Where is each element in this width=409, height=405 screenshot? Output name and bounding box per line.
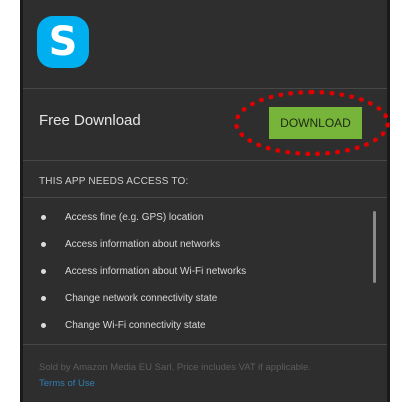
logo-letter: S xyxy=(48,19,78,65)
skype-logo-icon: S xyxy=(37,16,89,68)
list-item: Access information about Wi-Fi networks xyxy=(39,258,359,285)
permission-label: Change network connectivity state xyxy=(65,293,218,304)
list-item: Access information about networks xyxy=(39,231,359,258)
bullet-icon xyxy=(41,269,46,274)
price-label: Free Download xyxy=(39,112,141,129)
list-item: Access fine (e.g. GPS) location xyxy=(39,204,359,231)
list-item: Change network connectivity state xyxy=(39,285,359,312)
bullet-icon xyxy=(41,323,46,328)
app-download-panel: S Free Download DOWNLOAD THIS APP NEEDS … xyxy=(20,0,390,402)
divider xyxy=(23,197,387,198)
bullet-icon xyxy=(41,215,46,220)
permission-label: Access information about Wi-Fi networks xyxy=(65,266,247,277)
list-item: Change Wi-Fi connectivity state xyxy=(39,312,359,339)
permissions-list[interactable]: Access fine (e.g. GPS) location Access i… xyxy=(39,204,359,339)
divider xyxy=(23,88,387,89)
terms-of-use-link[interactable]: Terms of Use xyxy=(39,378,95,389)
divider xyxy=(23,160,387,161)
permission-label: Access information about networks xyxy=(65,239,221,250)
divider xyxy=(23,344,387,345)
permission-label: Change Wi-Fi connectivity state xyxy=(65,320,206,331)
download-button[interactable]: DOWNLOAD xyxy=(269,107,362,139)
bullet-icon xyxy=(41,242,46,247)
bullet-icon xyxy=(41,296,46,301)
permissions-scrollbar[interactable] xyxy=(373,211,376,283)
permission-label: Access fine (e.g. GPS) location xyxy=(65,212,204,223)
permissions-heading: THIS APP NEEDS ACCESS TO: xyxy=(39,176,189,187)
seller-notice: Sold by Amazon Media EU Sarl. Price incl… xyxy=(39,362,311,373)
